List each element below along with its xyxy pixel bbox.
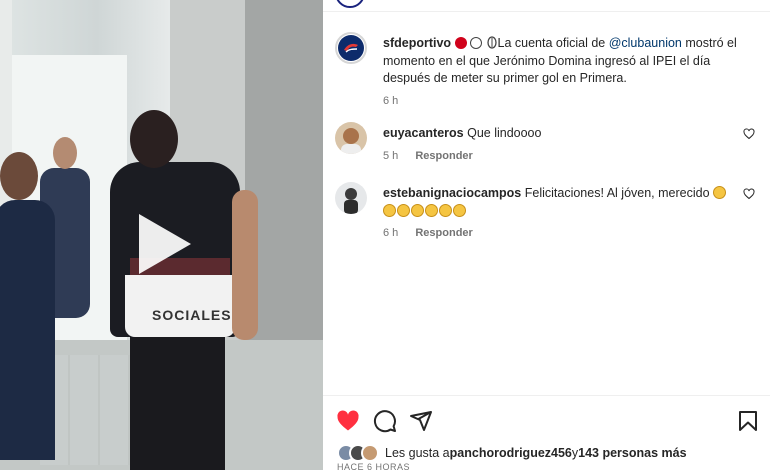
bookmark-icon[interactable] (736, 409, 760, 433)
heart-filled-icon[interactable] (336, 409, 360, 433)
clapping-hands-icon (713, 186, 727, 199)
red-circle-icon (454, 37, 467, 49)
leaf-icon (486, 36, 497, 49)
play-icon[interactable] (131, 212, 195, 276)
comment-time[interactable]: 5 h (383, 150, 398, 162)
caption-time[interactable]: 6 h (383, 95, 398, 107)
video-person-main-arm (232, 190, 258, 340)
comment-text: Que lindoooo (467, 126, 542, 140)
mention-link[interactable]: @clubaunion (609, 36, 682, 50)
video-person-background-head (53, 137, 77, 169)
likes-summary: Les gusta a panchorodriguez456 y 143 per… (337, 444, 687, 462)
comment-body: euyacanteros Que lindoooo 5 h Responder (383, 125, 748, 165)
owner-avatar[interactable] (335, 32, 367, 64)
heart-icon[interactable] (743, 128, 755, 140)
likes-user[interactable]: panchorodriguez456 (450, 446, 572, 460)
video-person-main-head (130, 110, 178, 168)
video-person-left (0, 200, 55, 460)
video-person-main-shirt-panel (125, 275, 235, 337)
clapping-hands-icon (425, 203, 438, 217)
share-icon[interactable] (409, 409, 433, 433)
white-circle-icon (470, 37, 483, 49)
video-player[interactable]: SOCIALES (0, 0, 323, 470)
reply-button[interactable]: Responder (415, 227, 472, 239)
comment-username[interactable]: estebanignaciocampos (383, 186, 521, 200)
video-person-main-legs (130, 335, 225, 470)
comment-body: estebanignaciocampos Felicitaciones! Al … (383, 185, 748, 243)
clapping-hands-icon (439, 203, 452, 217)
comment-icon[interactable] (373, 409, 397, 433)
liker-avatar (361, 444, 379, 462)
heart-icon[interactable] (743, 188, 755, 200)
likes-prefix: Les gusta a (385, 446, 450, 460)
clapping-hands-icon (453, 203, 466, 217)
header-avatar[interactable] (335, 0, 365, 8)
caption-text-pre: La cuenta oficial de (497, 36, 609, 50)
club-logo-icon (344, 43, 358, 53)
shirt-text: SOCIALES (152, 307, 232, 323)
clapping-hands-icon (383, 203, 396, 217)
post-timestamp[interactable]: HACE 6 HORAS (337, 462, 410, 470)
commenter-avatar[interactable] (335, 122, 367, 154)
caption-body: sfdeportivo La cuenta oficial de @clubau… (383, 35, 748, 110)
owner-username[interactable]: sfdeportivo (383, 36, 451, 50)
reply-button[interactable]: Responder (415, 150, 472, 162)
clapping-hands-icon (397, 203, 410, 217)
comment-username[interactable]: euyacanteros (383, 126, 464, 140)
comment-text: Felicitaciones! Al jóven, merecido (524, 186, 710, 200)
comment-time[interactable]: 6 h (383, 227, 398, 239)
liker-avatars[interactable] (337, 444, 383, 462)
likes-count[interactable]: 143 personas más (578, 446, 686, 460)
commenter-avatar[interactable] (335, 182, 367, 214)
post-panel: sfdeportivo La cuenta oficial de @clubau… (323, 0, 770, 470)
video-person-left-head (0, 152, 38, 200)
post-header (323, 0, 770, 12)
clapping-hands-icon (411, 203, 424, 217)
action-bar: Les gusta a panchorodriguez456 y 143 per… (323, 395, 770, 470)
